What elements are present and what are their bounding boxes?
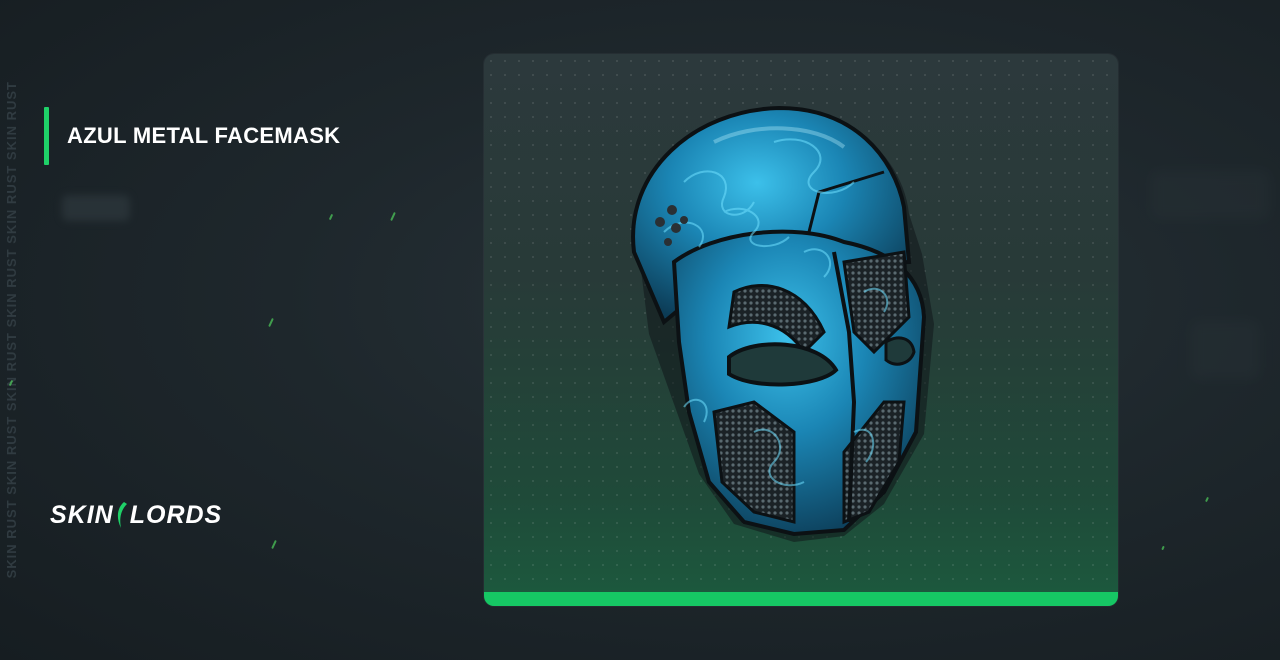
background-ghost-panel [1190, 320, 1260, 380]
leaf-icon [117, 502, 127, 528]
item-title-block: AZUL METAL FACEMASK [44, 107, 340, 165]
blurred-chip [62, 195, 130, 221]
item-preview-card [484, 54, 1118, 606]
spark-decoration [328, 213, 334, 221]
spark-decoration [271, 539, 277, 550]
spark-decoration [268, 317, 274, 328]
skinlords-logo: SKIN LORDS [50, 500, 222, 530]
side-watermark: SKIN RUST SKIN RUST SKIN RUST SKIN RUST … [0, 0, 22, 660]
side-watermark-text: SKIN RUST SKIN RUST SKIN RUST SKIN RUST … [3, 81, 19, 579]
card-rarity-bar [484, 592, 1118, 606]
spark-decoration [390, 211, 396, 222]
logo-text-left: SKIN [50, 500, 114, 529]
spark-decoration [1205, 496, 1209, 503]
spark-decoration [1161, 545, 1165, 551]
facemask-image [631, 105, 934, 542]
background-ghost-panel [1150, 170, 1270, 220]
title-accent-bar [44, 107, 49, 165]
logo-text-right: LORDS [129, 500, 223, 529]
item-title: AZUL METAL FACEMASK [67, 123, 341, 148]
